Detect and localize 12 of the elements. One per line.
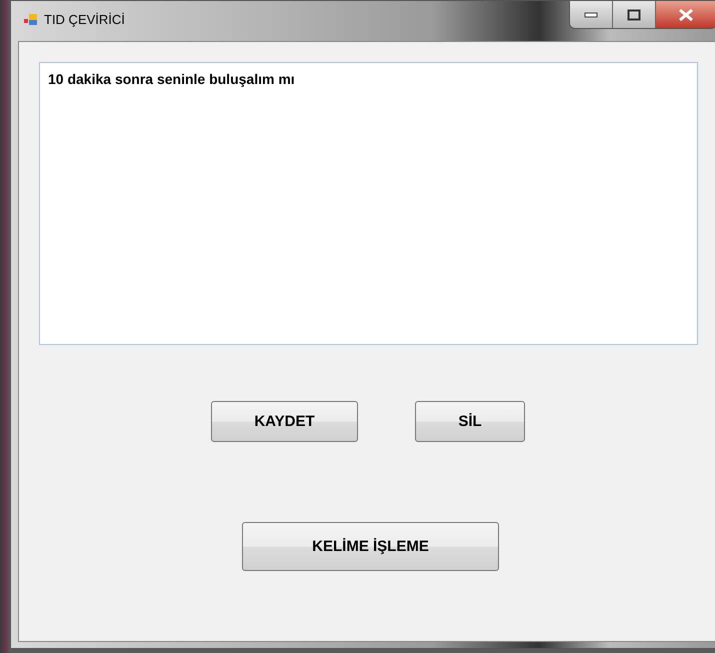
app-icon [24,14,38,26]
text-area[interactable]: 10 dakika sonra seninle buluşalım mı [39,62,698,345]
maximize-button[interactable] [613,1,656,28]
sil-button[interactable]: SİL [415,401,525,442]
window-title: TID ÇEVİRİCİ [44,12,125,27]
kaydet-button[interactable]: KAYDET [211,401,358,442]
maximize-icon [627,8,641,20]
close-icon [678,8,694,22]
minimize-button[interactable] [570,1,613,28]
minimize-icon [584,12,598,18]
kelime-isleme-button[interactable]: KELİME İŞLEME [242,522,499,571]
close-button[interactable] [656,1,715,28]
